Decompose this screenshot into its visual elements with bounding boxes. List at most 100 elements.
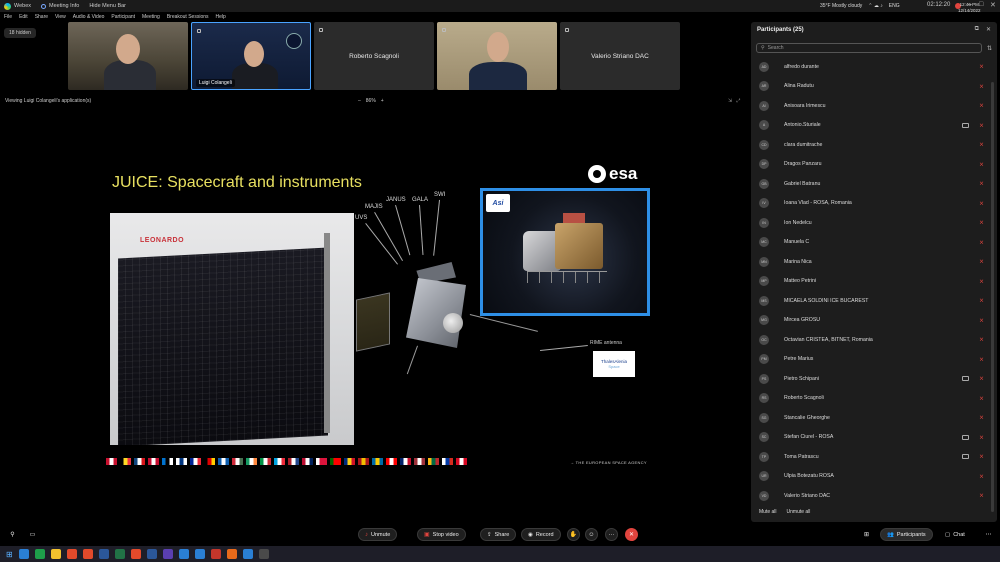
apps-icon[interactable]: ⊞ [860,528,873,541]
mic-muted-icon[interactable]: ⨯ [979,375,984,382]
meeting-info-button[interactable]: Meeting Info [41,3,79,9]
unmute-button[interactable]: ♪ Unmute [358,528,398,541]
chat-button[interactable]: ▢ Chat [939,528,971,541]
mic-muted-icon[interactable]: ⨯ [979,180,984,187]
camera-on-icon[interactable] [962,376,969,381]
stop-video-button[interactable]: ▣ Stop video [417,528,466,541]
participant-row[interactable]: MN Marina Nica ⨯ [751,252,991,271]
participant-row[interactable]: AR Alina Radutu ⨯ [751,77,991,96]
taskbar-app-icon[interactable] [178,549,189,559]
taskbar-app-icon[interactable] [66,549,77,559]
zoom-out-button[interactable]: – [358,98,361,104]
close-panel-icon[interactable]: ✕ [986,26,991,33]
mic-muted-icon[interactable]: ⨯ [979,102,984,109]
record-button[interactable]: ◉ Record [521,528,561,541]
menu-share[interactable]: Share [35,14,48,20]
participant-row[interactable]: OC Octavian CRISTEA, BITNET, Romania ⨯ [751,330,991,349]
mic-muted-icon[interactable]: ⨯ [979,141,984,148]
mic-muted-icon[interactable]: ⨯ [979,395,984,402]
captions-icon[interactable]: ▭ [26,528,39,541]
mic-muted-icon[interactable]: ⨯ [979,434,984,441]
more-options-button[interactable]: ··· [605,528,618,541]
taskbar-app-icon[interactable] [146,549,157,559]
menu-view[interactable]: View [55,14,66,20]
participant-search[interactable]: ⚲ Search [756,43,982,53]
participant-row[interactable]: AI Anisoara Irimescu ⨯ [751,96,991,115]
share-view-options[interactable]: ⇲ ⤢ [728,98,740,104]
camera-on-icon[interactable] [962,434,969,440]
video-tile-3[interactable]: Roberto Scagnoli [314,22,434,90]
mute-all-button[interactable]: Mute all [759,509,777,515]
video-tile-5[interactable]: Valerio Striano DAC [560,22,680,90]
taskbar-app-icon[interactable] [114,549,125,559]
mic-muted-icon[interactable]: ⨯ [979,453,984,460]
mic-muted-icon[interactable]: ⨯ [979,122,984,129]
mic-muted-icon[interactable]: ⨯ [979,336,984,343]
reactions-button[interactable]: ☺ [585,528,598,541]
participant-row[interactable]: TP Toma Patrascu ⨯ [751,447,991,466]
participant-row[interactable]: IV Ioana Vlad - ROSA, Romania ⨯ [751,194,991,213]
menu-breakout[interactable]: Breakout Sessions [167,14,209,20]
video-tile-1[interactable] [68,22,188,90]
taskbar-app-icon[interactable] [98,549,109,559]
taskbar-app-icon[interactable] [82,549,93,559]
menu-help[interactable]: Help [216,14,226,20]
raise-hand-button[interactable]: ✋ [567,528,580,541]
mic-muted-icon[interactable]: ⨯ [979,473,984,480]
participant-row[interactable]: MG Mircea GROSU ⨯ [751,311,991,330]
menu-edit[interactable]: Edit [19,14,28,20]
participant-row[interactable]: IN Ion Nedelcu ⨯ [751,213,991,232]
connection-icon[interactable]: ⚲ [6,528,19,541]
zoom-in-button[interactable]: + [381,98,384,104]
participant-row[interactable]: RS Roberto Scagnoli ⨯ [751,389,991,408]
more-panel-icon[interactable]: ⋯ [982,528,995,541]
mic-muted-icon[interactable]: ⨯ [979,414,984,421]
menu-participant[interactable]: Participant [111,14,135,20]
taskbar-app-icon[interactable] [18,549,29,559]
participant-row[interactable]: DP Dragos Panzaru ⨯ [751,155,991,174]
participant-row[interactable]: SG Stancalie Gheorghe ⨯ [751,408,991,427]
menu-audio-video[interactable]: Audio & Video [73,14,105,20]
participants-button[interactable]: 👥 Participants [880,528,933,541]
tray-icons[interactable]: ⌃ ☁ ♪ [868,3,882,9]
mic-muted-icon[interactable]: ⨯ [979,258,984,265]
video-tile-4[interactable] [437,22,557,90]
mic-muted-icon[interactable]: ⨯ [979,356,984,363]
video-tile-2[interactable]: Luigi Colangeli [191,22,311,90]
zoom-level[interactable]: 86% [366,98,376,104]
menu-file[interactable]: File [4,14,12,20]
participant-row[interactable]: A Antonio.Sturiale ⨯ [751,116,991,135]
taskbar-app-icon[interactable] [242,549,253,559]
mic-muted-icon[interactable]: ⨯ [979,317,984,324]
taskbar-app-icon[interactable] [130,549,141,559]
hidden-participants-button[interactable]: 18 hidden [4,28,36,38]
taskbar-app-icon[interactable] [34,549,45,559]
mic-muted-icon[interactable]: ⨯ [979,239,984,246]
participant-row[interactable]: UR Ulpia Botezatu ROSA ⨯ [751,467,991,486]
mic-muted-icon[interactable]: ⨯ [979,492,984,499]
taskbar-app-icon[interactable] [50,549,61,559]
participant-row[interactable]: VD Valerio Striano DAC ⨯ [751,486,991,505]
participant-row[interactable]: GB Gabriel Batranu ⨯ [751,174,991,193]
taskbar-app-icon[interactable] [226,549,237,559]
camera-on-icon[interactable] [962,122,969,128]
clock-area[interactable]: 12:46 PM 12/14/2022 [958,2,981,13]
mic-muted-icon[interactable]: ⨯ [979,278,984,285]
start-icon[interactable]: ⊞ [6,550,13,559]
participant-row[interactable]: PS Pietro Schipani ⨯ [751,369,991,388]
unmute-all-button[interactable]: Unmute all [787,509,811,515]
participant-row[interactable]: MS MICAELA SOLDINI ICE BUCAREST ⨯ [751,291,991,310]
mic-muted-icon[interactable]: ⨯ [979,83,984,90]
participant-row[interactable]: MP Matteo Petrini ⨯ [751,272,991,291]
weather-text[interactable]: 35°F Mostly cloudy [820,3,862,9]
participant-row[interactable]: SC Stefan Ciurel - ROSA ⨯ [751,428,991,447]
mic-muted-icon[interactable]: ⨯ [979,200,984,207]
hide-menu-bar-button[interactable]: Hide Menu Bar [89,3,126,9]
mic-muted-icon[interactable]: ⨯ [979,219,984,226]
participant-row[interactable]: CD clara dumitrache ⨯ [751,135,991,154]
popout-icon[interactable]: ⧉ [975,26,979,33]
mic-muted-icon[interactable]: ⨯ [979,297,984,304]
camera-on-icon[interactable] [962,454,969,459]
participant-row[interactable]: AD alfredo durante ⨯ [751,57,991,76]
share-button[interactable]: ⇪ Share [480,528,517,541]
